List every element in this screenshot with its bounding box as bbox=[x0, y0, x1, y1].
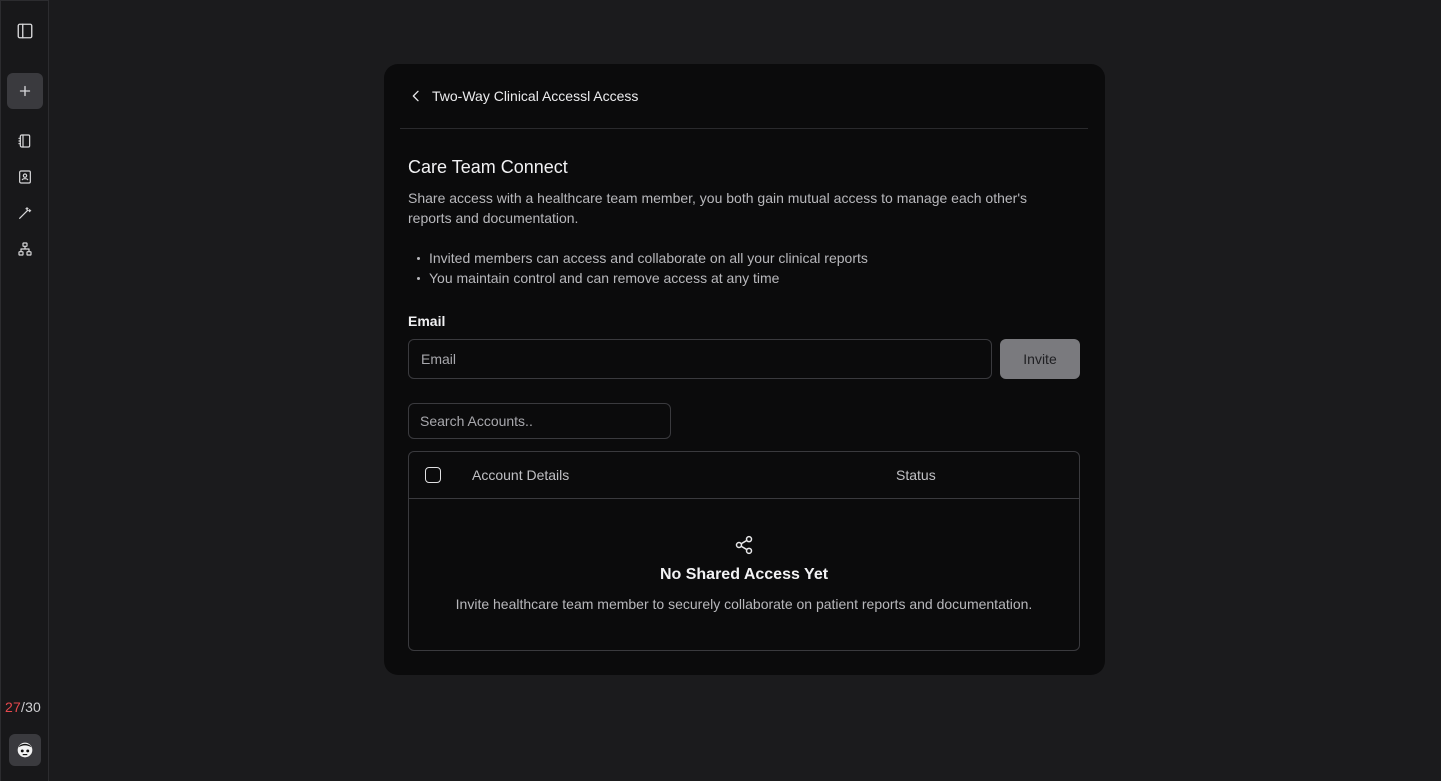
empty-state: No Shared Access Yet Invite healthcare t… bbox=[409, 499, 1079, 650]
feature-item: You maintain control and can remove acce… bbox=[408, 268, 868, 288]
avatar[interactable] bbox=[9, 734, 41, 766]
page-description: Share access with a healthcare team memb… bbox=[408, 190, 1028, 226]
share-icon bbox=[734, 535, 754, 555]
plus-icon bbox=[19, 85, 31, 97]
usage-counter: 27/30 bbox=[5, 699, 41, 715]
network-icon bbox=[18, 242, 32, 256]
header-title: Two-Way Clinical Accessl Access bbox=[432, 88, 639, 104]
feature-list: Invited members can access and collabora… bbox=[408, 248, 868, 288]
empty-state-description: Invite healthcare team member to securel… bbox=[455, 596, 1033, 612]
invite-button[interactable]: Invite bbox=[1000, 339, 1080, 379]
usage-used: 27 bbox=[5, 699, 21, 715]
page-title: Care Team Connect bbox=[408, 157, 568, 177]
contact-book-icon bbox=[19, 170, 31, 184]
back-button[interactable] bbox=[408, 87, 426, 105]
feature-item: Invited members can access and collabora… bbox=[408, 248, 868, 268]
magic-wand-icon bbox=[19, 207, 32, 219]
usage-total: /30 bbox=[20, 699, 42, 715]
sidebar: 27/30 bbox=[0, 0, 49, 781]
select-all-checkbox[interactable] bbox=[425, 467, 441, 483]
chevron-left-icon bbox=[412, 90, 419, 102]
card-header: Two-Way Clinical Accessl Access bbox=[400, 64, 1088, 129]
sidebar-toggle-icon bbox=[17, 23, 33, 39]
column-status: Status bbox=[896, 467, 936, 483]
sidebar-item-notebook[interactable] bbox=[7, 123, 43, 159]
column-account-details: Account Details bbox=[472, 467, 570, 483]
email-label: Email bbox=[408, 313, 446, 329]
accounts-table: Account Details Status No Shared Access … bbox=[408, 451, 1080, 651]
avatar-icon bbox=[17, 742, 33, 758]
new-item-button[interactable] bbox=[7, 73, 43, 109]
empty-state-title: No Shared Access Yet bbox=[659, 566, 829, 583]
search-accounts-input[interactable] bbox=[408, 403, 671, 439]
table-header: Account Details Status bbox=[409, 452, 1079, 499]
notebook-icon bbox=[18, 134, 31, 148]
sidebar-item-network[interactable] bbox=[7, 231, 43, 267]
sidebar-toggle-button[interactable] bbox=[7, 13, 43, 49]
sidebar-item-magic[interactable] bbox=[7, 195, 43, 231]
sidebar-item-contacts[interactable] bbox=[7, 159, 43, 195]
care-team-card: Two-Way Clinical Accessl Access Care Tea… bbox=[384, 64, 1105, 675]
email-input[interactable] bbox=[408, 339, 992, 379]
